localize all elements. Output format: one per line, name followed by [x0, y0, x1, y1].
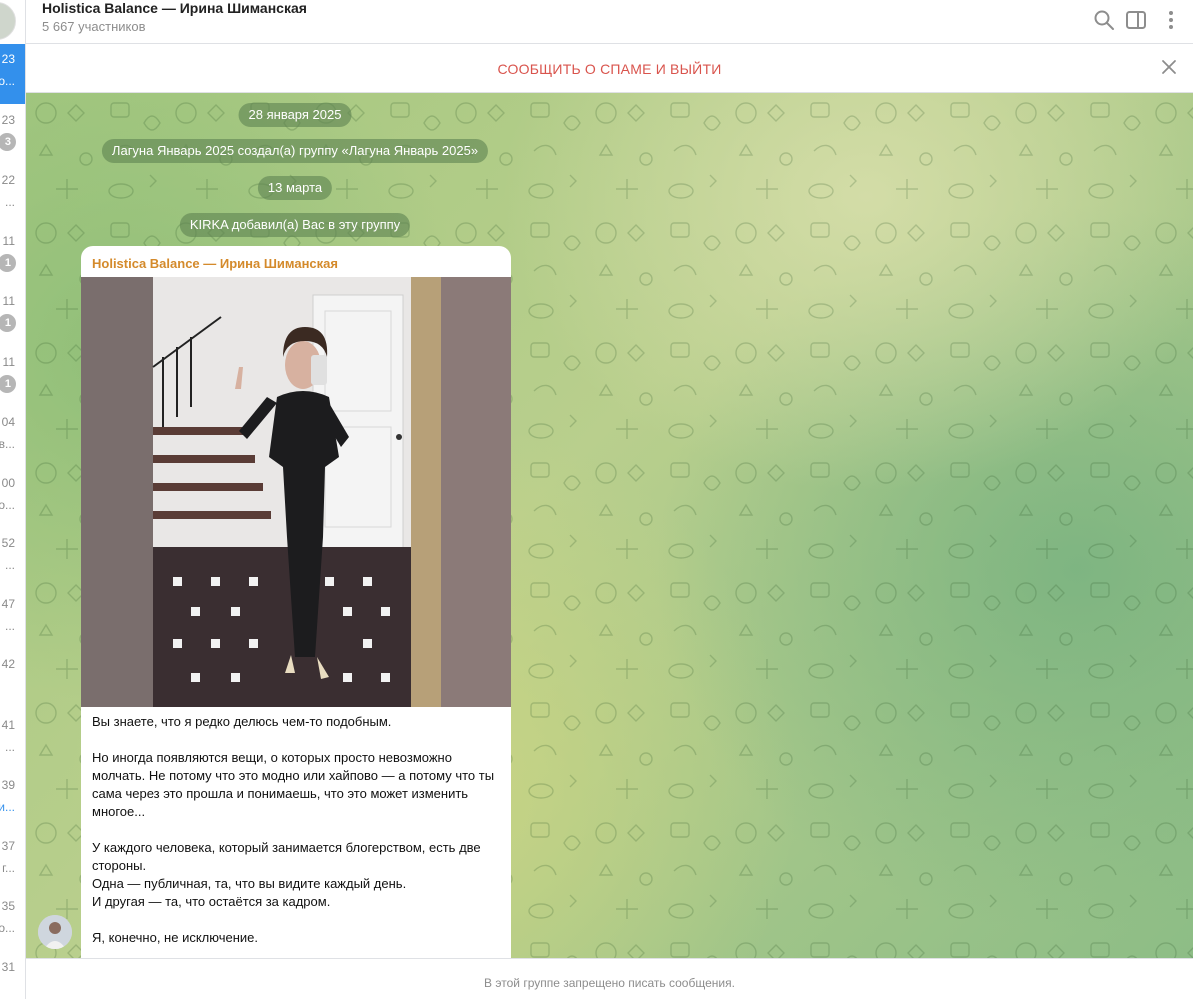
- members-count: 5 667 участников: [42, 19, 146, 34]
- unread-badge: 1: [0, 374, 16, 393]
- chat-list-snippet: г...: [2, 860, 15, 875]
- chat-list-snippet: ...: [4, 558, 15, 572]
- chat-list-item[interactable]: 52...: [0, 528, 25, 588]
- chat-list-item[interactable]: 00 о...: [0, 468, 25, 528]
- chat-list-time: 47: [1, 596, 15, 611]
- chat-list-item[interactable]: 41...: [0, 710, 25, 770]
- service-message-added: KIRKA добавил(а) Вас в эту группу: [179, 213, 411, 237]
- chat-list-time: 04: [1, 415, 15, 429]
- message-paragraph: Но иногда появляются вещи, о которых про…: [92, 750, 495, 819]
- chat-list-item[interactable]: 47...: [0, 589, 25, 649]
- chat-list-item[interactable]: 22...: [0, 165, 25, 225]
- chat-list-item[interactable]: 11 1: [0, 347, 25, 407]
- message-photo[interactable]: [81, 277, 511, 707]
- sidebar-toggle-icon[interactable]: [1124, 8, 1148, 32]
- message-text: Вы знаете, что я редко делюсь чем-то под…: [92, 713, 504, 958]
- date-divider: 28 января 2025: [238, 103, 352, 127]
- chat-list-item[interactable]: 31: [0, 952, 25, 1000]
- date-divider: 13 марта: [257, 176, 333, 200]
- chat-header: Holistica Balance — Ирина Шиманская 5 66…: [26, 0, 1193, 44]
- chat-list-item[interactable]: 04 в...: [0, 407, 25, 467]
- chat-list-time: 31: [1, 959, 15, 974]
- chat-list-item[interactable]: 35 о...: [0, 891, 25, 951]
- chat-list-snippet: о...: [0, 921, 15, 935]
- chat-list-time: 52: [1, 536, 15, 550]
- chat-list-strip: 23о...23322...11111111104в...00о...52...…: [0, 0, 26, 999]
- chat-list-item[interactable]: 11 1: [0, 286, 25, 346]
- chat-list-item[interactable]: 42: [0, 649, 25, 709]
- chat-list-time: 42: [1, 657, 15, 671]
- message-paragraph: У каждого человека, который занимается б…: [92, 840, 481, 909]
- message-paragraph: Я, конечно, не исключение.: [92, 930, 259, 945]
- chat-list-item[interactable]: 23 о...: [0, 44, 25, 104]
- chat-list-snippet: о...: [0, 497, 15, 512]
- chat-title[interactable]: Holistica Balance — Ирина Шиманская: [42, 0, 307, 16]
- chat-list-time: 37: [1, 838, 15, 853]
- chat-list-item[interactable]: 11 1: [0, 226, 25, 286]
- chat-list-snippet: ...: [4, 739, 15, 754]
- unread-badge: 1: [0, 314, 16, 332]
- message-paragraph: Вы знаете, что я редко делюсь чем-то под…: [92, 714, 392, 729]
- chat-list-time: 23: [1, 52, 15, 66]
- search-icon[interactable]: [1092, 8, 1116, 32]
- chat-list-time: 11: [2, 233, 15, 248]
- more-vertical-icon[interactable]: [1159, 8, 1183, 32]
- chat-list-snippet: ...: [4, 195, 15, 209]
- sender-avatar[interactable]: [38, 915, 72, 949]
- spam-report-bar: СООБЩИТЬ О СПАМЕ И ВЫЙТИ: [26, 44, 1193, 93]
- chat-list-time: 23: [1, 112, 15, 127]
- chat-list-time: 11: [2, 294, 15, 308]
- chat-list-time: 35: [1, 899, 15, 913]
- chat-list-time: 41: [1, 717, 15, 732]
- chat-list-time: 11: [2, 354, 15, 369]
- chat-list-snippet: в...: [0, 437, 15, 451]
- unread-badge: 3: [0, 132, 16, 151]
- service-message-group-created: Лагуна Январь 2025 создал(а) группу «Лаг…: [101, 139, 489, 163]
- chat-list-time: 00: [1, 475, 15, 490]
- close-icon[interactable]: [1159, 57, 1179, 77]
- chat-list-item[interactable]: 37 г...: [0, 831, 25, 891]
- chat-list-item[interactable]: 39 и...: [0, 770, 25, 830]
- chat-avatar-partial[interactable]: [0, 2, 16, 40]
- write-disabled-notice: В этой группе запрещено писать сообщения…: [484, 976, 735, 990]
- chat-area[interactable]: 28 января 2025 Лагуна Январь 2025 создал…: [26, 93, 1193, 958]
- message-bubble[interactable]: Holistica Balance — Ирина Шиманская Вы з…: [81, 246, 511, 958]
- chat-list-item[interactable]: 23 3: [0, 105, 25, 165]
- chat-list-time: 39: [1, 778, 15, 792]
- composer-disabled-bar: В этой группе запрещено писать сообщения…: [26, 958, 1193, 1000]
- chat-list-time: 22: [1, 173, 15, 187]
- message-sender[interactable]: Holistica Balance — Ирина Шиманская: [92, 256, 338, 271]
- report-spam-button[interactable]: СООБЩИТЬ О СПАМЕ И ВЫЙТИ: [26, 61, 1193, 77]
- chat-list-snippet: о...: [0, 74, 15, 88]
- chat-list-snippet: и...: [0, 800, 15, 814]
- unread-badge: 1: [0, 253, 16, 272]
- chat-list-snippet: ...: [4, 618, 15, 633]
